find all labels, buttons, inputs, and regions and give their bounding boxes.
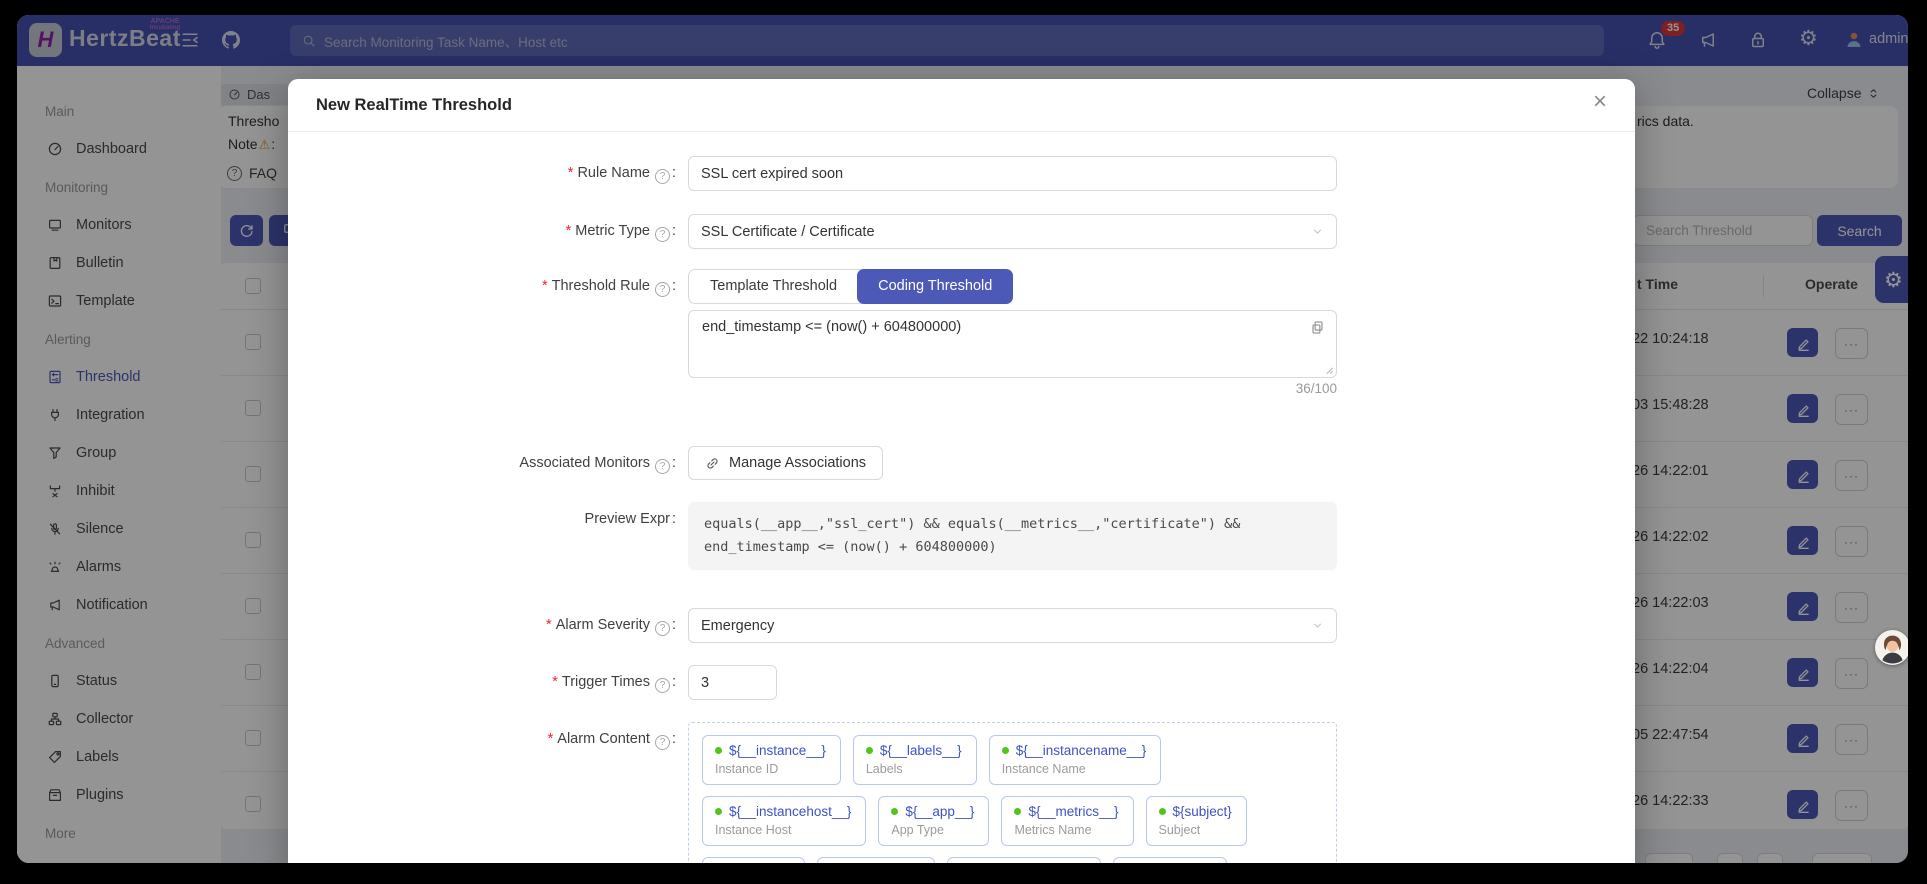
new-threshold-modal: New RealTime Threshold × *Rule Name? *Me… [288,79,1635,863]
preview-expr-box: equals(__app__,"ssl_cert") && equals(__m… [688,502,1337,570]
chevron-down-icon [1311,619,1324,632]
green-dot-icon [891,808,898,815]
variable-chip[interactable]: ${expired} [702,857,805,863]
help-icon[interactable]: ? [655,282,670,297]
assistant-avatar[interactable] [1875,630,1908,665]
char-counter: 36/100 [688,380,1337,398]
trigger-times-label: *Trigger Times? [288,665,688,700]
alarm-severity-select[interactable]: Emergency [688,608,1337,643]
variable-chip[interactable]: ${start_timestamp} [947,857,1102,863]
help-icon[interactable]: ? [655,459,670,474]
help-icon[interactable]: ? [655,169,670,184]
green-dot-icon [715,747,722,754]
rule-name-input[interactable] [688,156,1337,191]
variable-chip[interactable]: ${__instancehost__} Instance Host [702,796,866,846]
help-icon[interactable]: ? [655,227,670,242]
variable-chip[interactable]: ${subject} Subject [1146,796,1247,846]
green-dot-icon [1014,808,1021,815]
metric-type-select[interactable]: SSL Certificate / Certificate [688,214,1337,249]
link-icon [705,456,720,471]
manage-associations-button[interactable]: Manage Associations [688,446,883,480]
variable-chip[interactable]: ${start_time} [817,857,935,863]
variable-chip[interactable]: ${end_time} [1113,857,1227,863]
template-threshold-option[interactable]: Template Threshold [689,270,858,303]
close-icon[interactable]: × [1587,89,1613,115]
expr-textarea[interactable]: end_timestamp <= (now() + 604800000) [688,310,1337,378]
green-dot-icon [1002,747,1009,754]
alarm-severity-label: *Alarm Severity? [288,608,688,643]
help-icon[interactable]: ? [655,678,670,693]
chevron-down-icon [1311,225,1324,238]
copy-icon[interactable] [1309,319,1326,336]
alarm-content-variables: ${__instance__} Instance ID ${__labels__… [688,722,1337,863]
threshold-rule-label: *Threshold Rule? [288,269,688,304]
help-icon[interactable]: ? [655,735,670,750]
metric-type-label: *Metric Type? [288,214,688,249]
app-window: H HertzBeat APACHE Incubating Search Mon… [17,15,1908,863]
modal-header: New RealTime Threshold × [288,79,1635,132]
variable-chip[interactable]: ${__instancename__} Instance Name [989,735,1162,785]
associated-monitors-label: Associated Monitors? [288,446,688,481]
threshold-rule-segmented: Template Threshold Coding Threshold [688,269,1013,304]
resize-handle-icon[interactable] [1321,362,1335,376]
modal-title: New RealTime Threshold [316,96,512,115]
coding-threshold-option[interactable]: Coding Threshold [857,269,1013,304]
help-icon[interactable]: ? [655,621,670,636]
variable-chip[interactable]: ${__app__} App Type [878,796,989,846]
modal-body: *Rule Name? *Metric Type? SSL Certificat… [288,132,1635,863]
trigger-times-input[interactable] [688,665,777,700]
variable-chip[interactable]: ${__metrics__} Metrics Name [1001,796,1133,846]
variable-chip[interactable]: ${__instance__} Instance ID [702,735,841,785]
green-dot-icon [866,747,873,754]
green-dot-icon [1159,808,1166,815]
green-dot-icon [715,808,722,815]
rule-name-label: *Rule Name? [288,156,688,191]
preview-expr-label: Preview Expr [288,502,688,570]
alarm-content-label: *Alarm Content? [288,722,688,863]
variable-chip[interactable]: ${__labels__} Labels [853,735,977,785]
